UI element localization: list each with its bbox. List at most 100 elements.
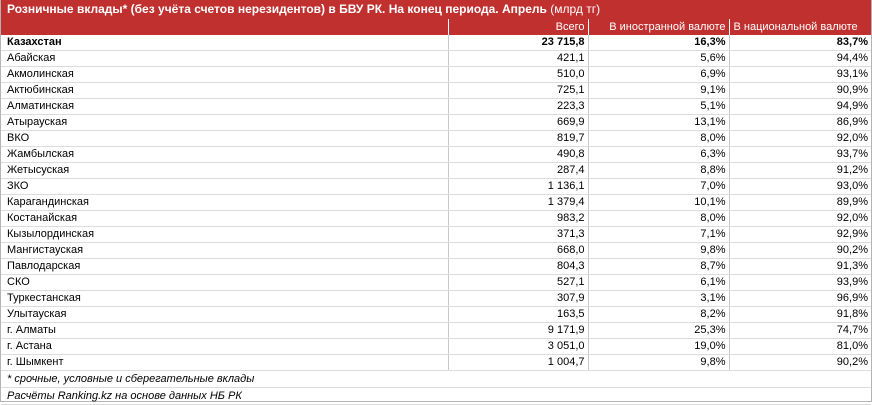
cell-total: 725,1 [448,82,589,99]
cell-foreign: 5,6% [588,50,730,67]
table-row: Акмолинская 510,0 6,9% 93,1% [1,66,871,83]
cell-total: 307,9 [448,290,589,307]
table-unit: (млрд тг) [550,2,601,16]
table-row: Кызылординская 371,3 7,1% 92,9% [1,226,871,243]
footnote-deposits: * срочные, условные и сберегательные вкл… [1,371,871,388]
cell-region: Актюбинская [1,82,449,99]
cell-foreign: 5,1% [588,98,730,115]
cell-region: Акмолинская [1,66,449,83]
cell-national: 86,9% [729,114,871,131]
cell-region: Казахстан [1,35,449,51]
table-row: Карагандинская 1 379,4 10,1% 89,9% [1,194,871,211]
cell-total: 1 379,4 [448,194,589,211]
cell-total: 819,7 [448,130,589,147]
table-row: Жамбылская 490,8 6,3% 93,7% [1,146,871,163]
table-row: Туркестанская 307,9 3,1% 96,9% [1,290,871,307]
cell-foreign: 25,3% [588,322,730,339]
cell-foreign: 8,7% [588,258,730,275]
cell-total: 223,3 [448,98,589,115]
cell-region: Карагандинская [1,194,449,211]
cell-foreign: 7,1% [588,226,730,243]
table-row: ЗКО 1 136,1 7,0% 93,0% [1,178,871,195]
cell-total: 421,1 [448,50,589,67]
cell-national: 93,7% [729,146,871,163]
cell-region: Павлодарская [1,258,449,275]
cell-region: Костанайская [1,210,449,227]
cell-foreign: 8,2% [588,306,730,323]
cell-foreign: 19,0% [588,338,730,355]
cell-national: 74,7% [729,322,871,339]
cell-region: Алматинская [1,98,449,115]
cell-foreign: 8,0% [588,130,730,147]
table-row: Улытауская 163,5 8,2% 91,8% [1,306,871,323]
cell-national: 90,2% [729,242,871,259]
table-title-bar: Розничные вклады* (без учёта счетов нере… [1,0,871,19]
cell-total: 23 715,8 [448,35,589,51]
cell-region: Жетысуская [1,162,449,179]
cell-total: 1 136,1 [448,178,589,195]
cell-national: 89,9% [729,194,871,211]
cell-national: 90,9% [729,82,871,99]
table-row: Атырауская 669,9 13,1% 86,9% [1,114,871,131]
cell-total: 804,3 [448,258,589,275]
table-row: Актюбинская 725,1 9,1% 90,9% [1,82,871,99]
cell-region: Абайская [1,50,449,67]
cell-foreign: 8,8% [588,162,730,179]
cell-total: 163,5 [448,306,589,323]
footnote-source: Расчёты Ranking.kz на основе данных НБ Р… [1,388,871,405]
cell-foreign: 6,3% [588,146,730,163]
cell-national: 94,4% [729,50,871,67]
table-row: г. Астана 3 051,0 19,0% 81,0% [1,338,871,355]
cell-region: г. Алматы [1,322,449,339]
cell-national: 91,8% [729,306,871,323]
cell-total: 1 004,7 [448,354,589,371]
cell-national: 93,1% [729,66,871,83]
table-header-row: Всего В иностранной валюте В национально… [1,19,871,35]
cell-foreign: 7,0% [588,178,730,195]
cell-region: Жамбылская [1,146,449,163]
cell-foreign: 6,9% [588,66,730,83]
cell-total: 668,0 [448,242,589,259]
cell-total: 490,8 [448,146,589,163]
cell-foreign: 9,8% [588,354,730,371]
cell-total: 371,3 [448,226,589,243]
cell-region: ВКО [1,130,449,147]
cell-region: Туркестанская [1,290,449,307]
cell-foreign: 8,0% [588,210,730,227]
cell-national: 93,0% [729,178,871,195]
cell-total: 983,2 [448,210,589,227]
table-row: Абайская 421,1 5,6% 94,4% [1,50,871,67]
cell-region: Кызылординская [1,226,449,243]
table-row: Костанайская 983,2 8,0% 92,0% [1,210,871,227]
cell-national: 90,2% [729,354,871,371]
cell-national: 91,2% [729,162,871,179]
cell-foreign: 6,1% [588,274,730,291]
header-foreign: В иностранной валюте [588,19,730,35]
table-body: Казахстан 23 715,8 16,3% 83,7% Абайская 421,1… [1,35,871,371]
cell-national: 83,7% [729,35,871,51]
cell-total: 527,1 [448,274,589,291]
cell-region: ЗКО [1,178,449,195]
header-national: В национальной валюте [729,19,871,35]
cell-total: 3 051,0 [448,338,589,355]
cell-foreign: 16,3% [588,35,730,51]
table-row: ВКО 819,7 8,0% 92,0% [1,130,871,147]
table-row: г. Шымкент 1 004,7 9,8% 90,2% [1,354,871,371]
table-row: Павлодарская 804,3 8,7% 91,3% [1,258,871,275]
cell-national: 92,0% [729,130,871,147]
cell-region: г. Астана [1,338,449,355]
deposits-table-panel: Розничные вклады* (без учёта счетов нере… [0,0,872,405]
cell-region: г. Шымкент [1,354,449,371]
header-region [1,19,449,35]
table-row: Жетысуская 287,4 8,8% 91,2% [1,162,871,179]
cell-national: 93,9% [729,274,871,291]
cell-total: 510,0 [448,66,589,83]
header-total: Всего [448,19,589,35]
table-row: Алматинская 223,3 5,1% 94,9% [1,98,871,115]
cell-region: Улытауская [1,306,449,323]
cell-foreign: 10,1% [588,194,730,211]
cell-foreign: 13,1% [588,114,730,131]
cell-national: 92,9% [729,226,871,243]
cell-total: 669,9 [448,114,589,131]
cell-total: 287,4 [448,162,589,179]
